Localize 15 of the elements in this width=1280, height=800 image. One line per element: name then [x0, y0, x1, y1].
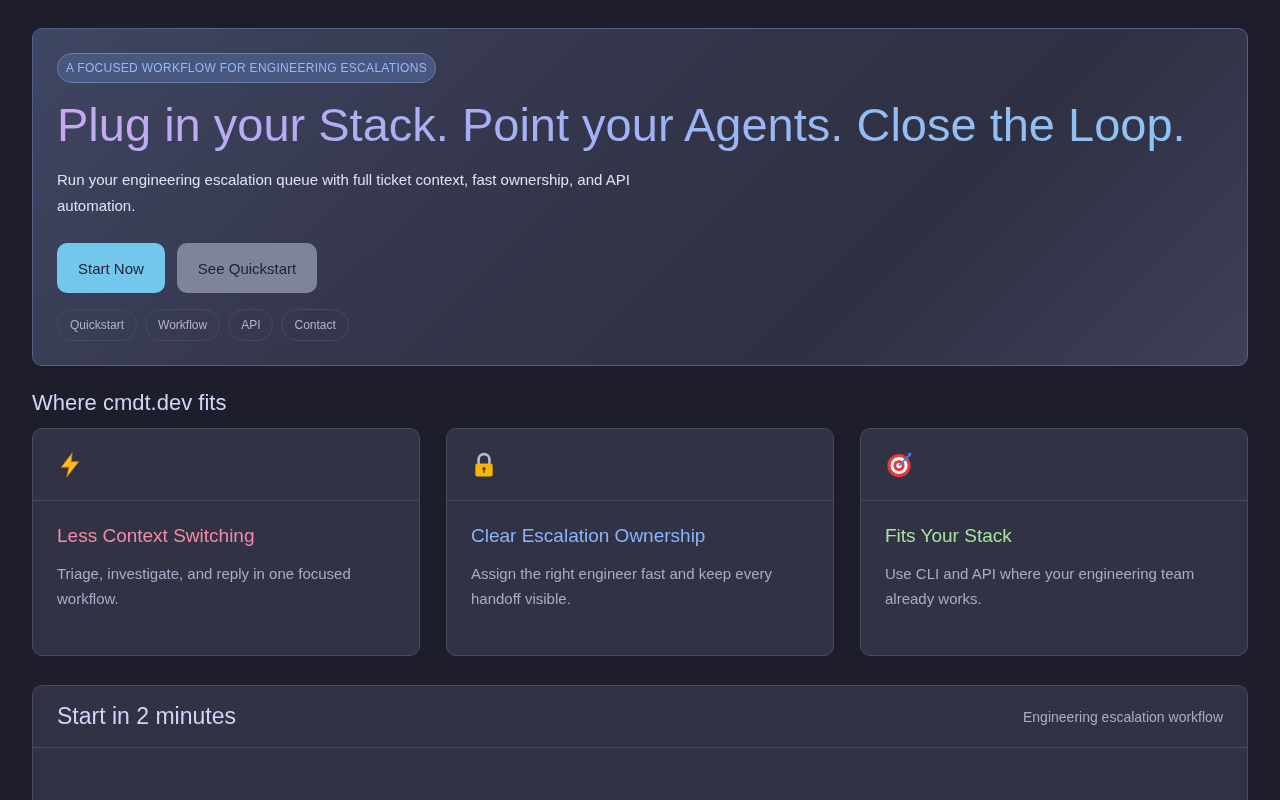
feature-description: Assign the right engineer fast and keep every handoff visible.	[471, 564, 774, 609]
hero-description: Run your engineering escalation queue with full ticket context, fast ownership, and API automation.	[57, 170, 631, 216]
section-heading: Where cmdt.dev fits	[32, 390, 228, 416]
lightning-icon	[57, 451, 83, 478]
feature-title: Less Context Switching	[57, 525, 256, 547]
feature-description: Triage, investigate, and reply in one focused workflow.	[57, 564, 352, 609]
workflow-label: Engineering escalation workflow	[1023, 708, 1223, 725]
feature-title: Clear Escalation Ownership	[471, 525, 707, 547]
target-icon	[885, 450, 913, 479]
feature-title: Fits Your Stack	[885, 525, 1013, 547]
quickstart-button[interactable]: See Quickstart	[176, 243, 318, 293]
tagline-badge: A FOCUSED WORKFLOW FOR ENGINEERING ESCALATIONS	[57, 53, 436, 83]
start-button[interactable]: Start Now	[57, 243, 165, 293]
quickstart-heading: Start in 2 minutes	[57, 703, 236, 730]
feature-description: Use CLI and API where your engineering team already works.	[885, 564, 1196, 609]
